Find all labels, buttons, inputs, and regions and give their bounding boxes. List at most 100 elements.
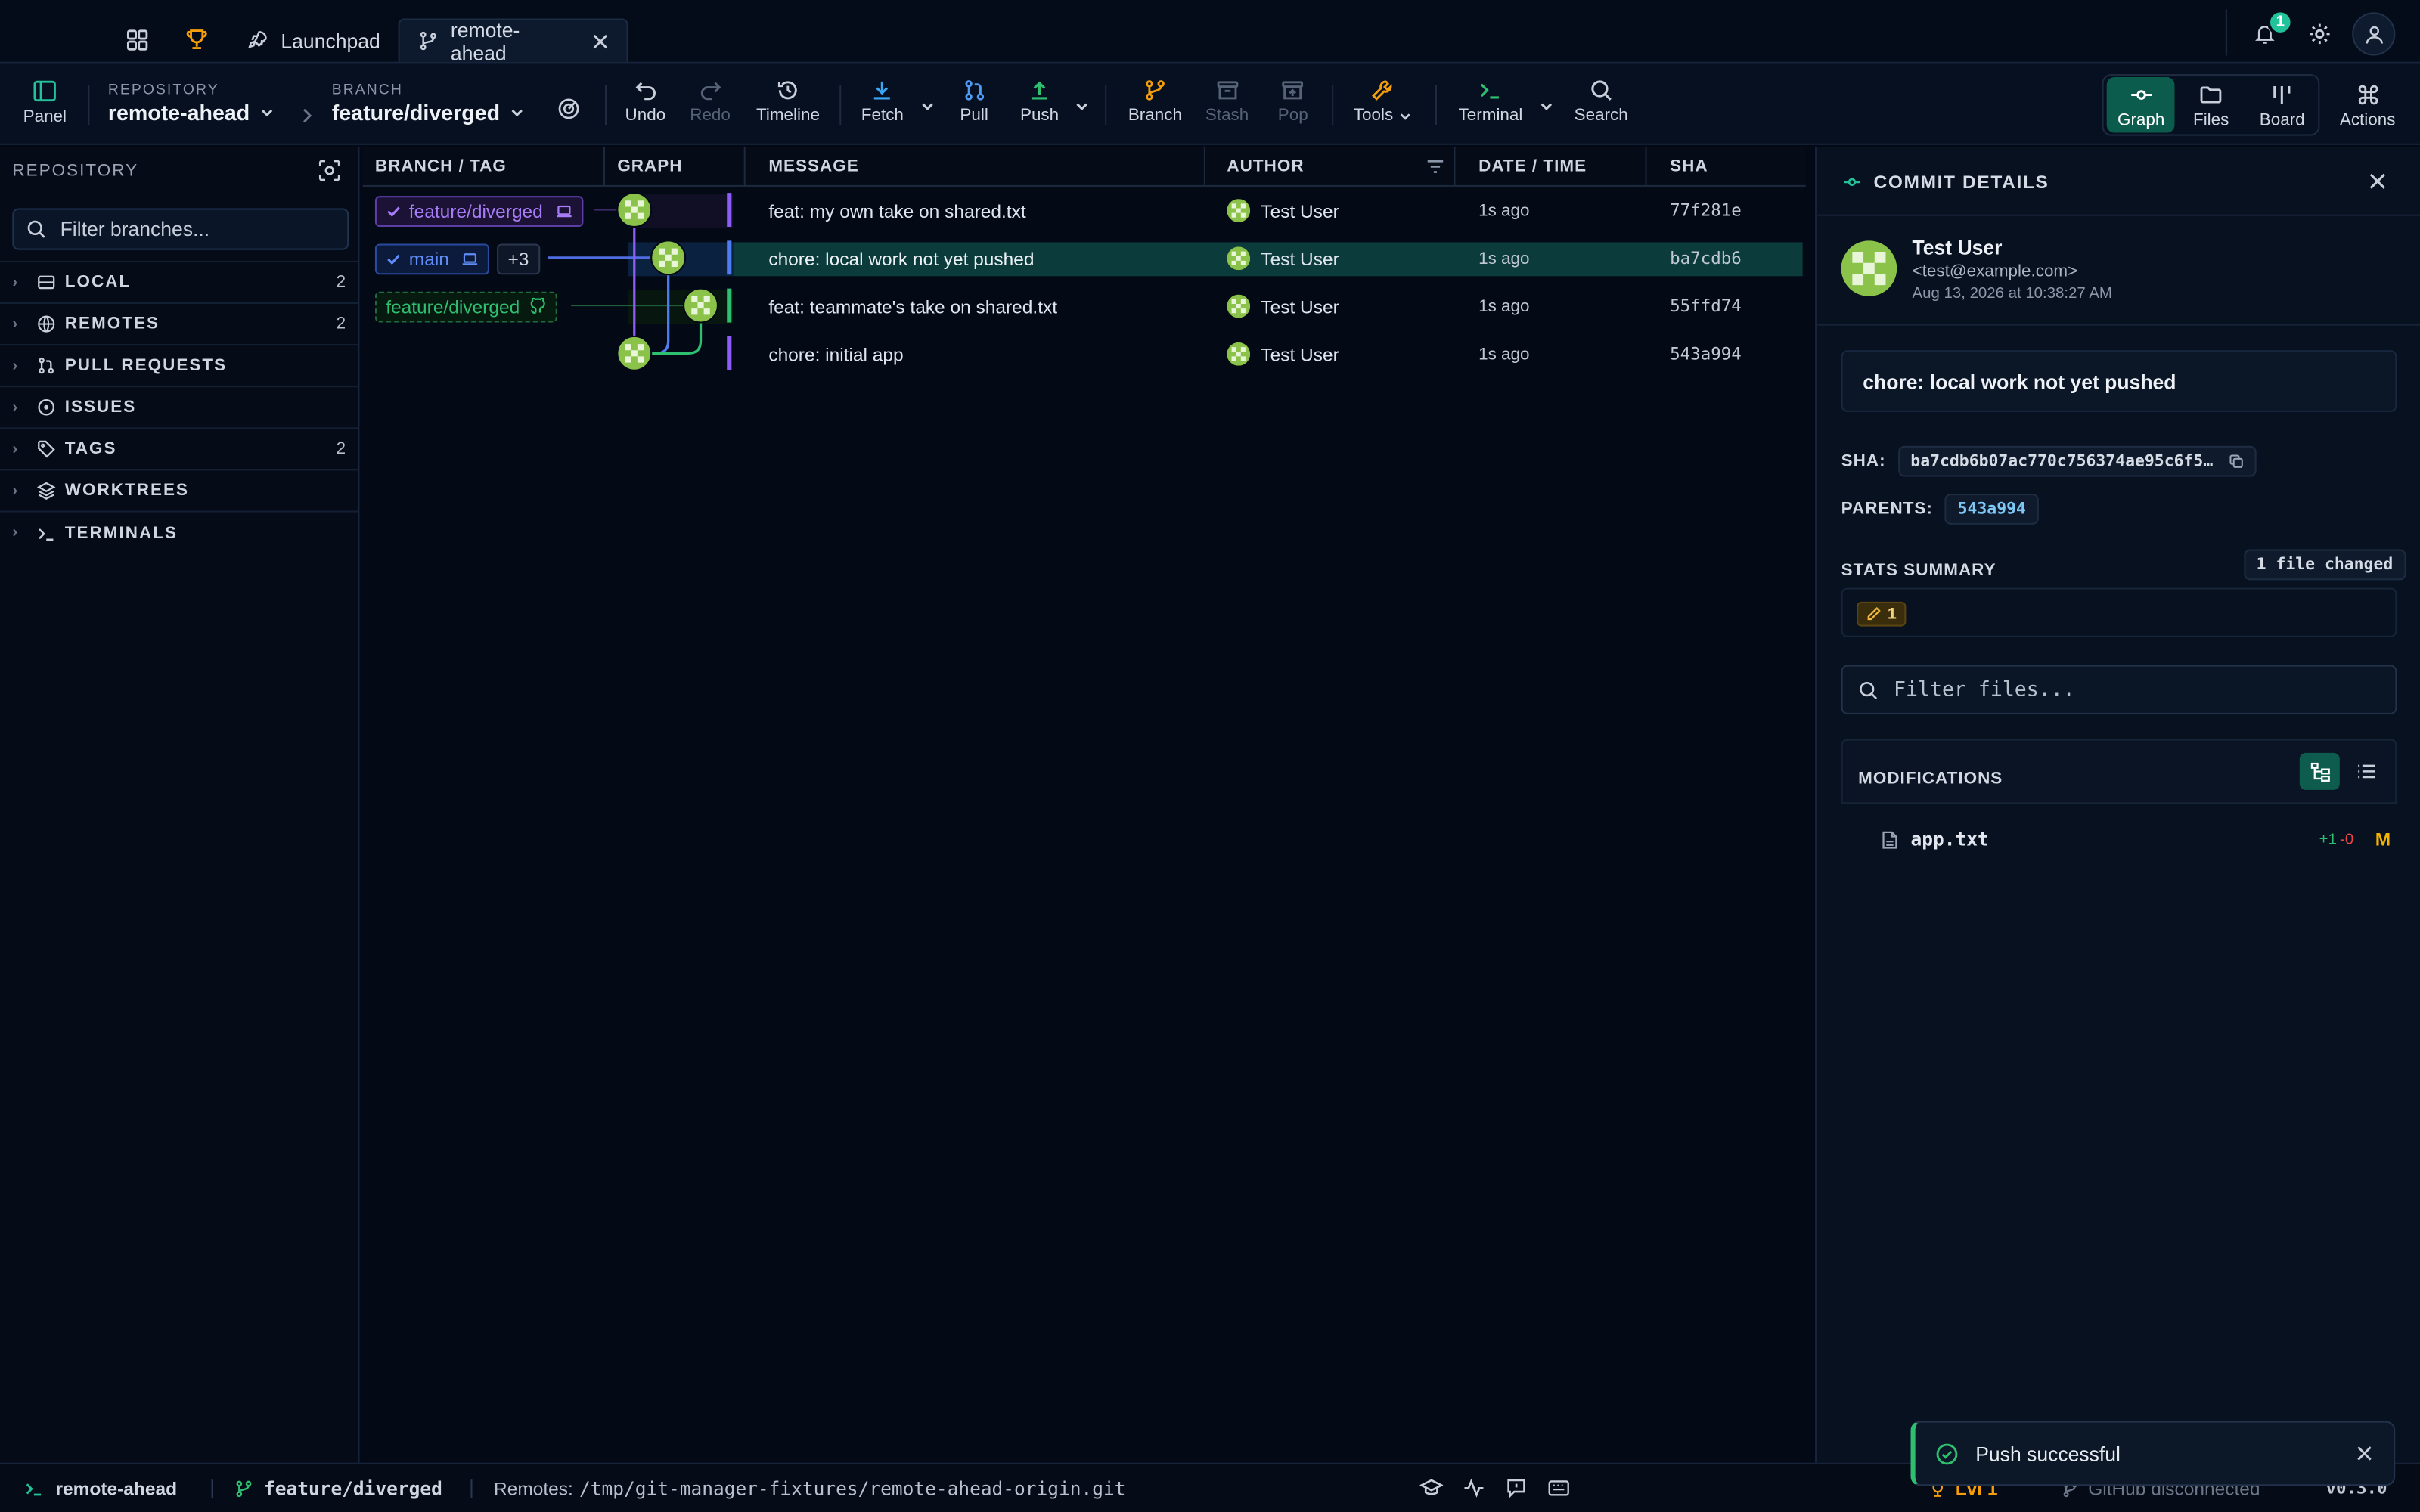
status-repo[interactable]: remote-ahead: [25, 1478, 177, 1500]
column-header-sha[interactable]: SHA: [1647, 147, 1803, 187]
modified-count: 1: [1887, 604, 1897, 624]
column-header-graph[interactable]: GRAPH: [605, 146, 746, 187]
undo-button[interactable]: Undo: [625, 79, 666, 125]
fetch-button[interactable]: Fetch: [861, 79, 904, 125]
commit-message: chore: initial app: [768, 343, 904, 365]
kanban-icon: [2270, 83, 2294, 107]
list-view-toggle[interactable]: [2346, 753, 2386, 790]
git-branch-icon: [418, 31, 439, 51]
file-row-app-txt[interactable]: app.txt +1 -0 M: [1882, 824, 2391, 855]
sidebar-section-terminals[interactable]: › TERMINALS: [0, 513, 358, 554]
branch-button[interactable]: Branch: [1128, 79, 1182, 125]
pop-button[interactable]: Pop: [1278, 79, 1308, 125]
commit-sha[interactable]: 77f281e: [1670, 187, 1742, 234]
branch-name: feature/diverged: [331, 100, 501, 125]
push-dropdown-chevron-icon[interactable]: [1074, 99, 1089, 114]
sidebar-section-pull-requests[interactable]: › PULL REQUESTS: [0, 345, 358, 388]
push-button[interactable]: Push: [1020, 79, 1059, 125]
terminal-dropdown-chevron-icon[interactable]: [1539, 99, 1554, 114]
commit-sha[interactable]: 543a994: [1670, 330, 1742, 378]
trophy-icon[interactable]: [185, 28, 209, 51]
author-avatar: [1841, 240, 1897, 296]
chevron-right-icon: [301, 108, 313, 123]
column-header-author[interactable]: AUTHOR: [1205, 146, 1456, 187]
refresh-radar-icon[interactable]: [557, 98, 581, 121]
user-icon: [2363, 24, 2384, 45]
tree-view-toggle[interactable]: [2299, 752, 2340, 790]
pull-button[interactable]: Pull: [960, 79, 988, 125]
status-branch[interactable]: feature/diverged: [234, 1478, 442, 1500]
avatar: [1227, 294, 1251, 318]
parents-label: PARENTS:: [1841, 500, 1933, 519]
terminal-button[interactable]: Terminal: [1459, 79, 1522, 125]
divider: [2225, 9, 2227, 56]
user-avatar-button[interactable]: [2352, 12, 2396, 56]
filter-files-input[interactable]: Filter files...: [1841, 665, 2397, 714]
stash-button[interactable]: Stash: [1205, 79, 1249, 125]
sha-label: SHA:: [1841, 451, 1886, 471]
row-lane-marker: [727, 193, 732, 227]
commit-sha[interactable]: ba7cdb6: [1670, 234, 1742, 282]
focus-scan-icon[interactable]: [318, 159, 341, 182]
commit-details-panel: COMMIT DETAILS Test User <test@example.c…: [1814, 146, 2420, 1463]
pull-label: Pull: [960, 106, 988, 125]
tools-button[interactable]: Tools: [1354, 79, 1412, 125]
globe-icon: [37, 314, 65, 333]
feedback-message-icon[interactable]: [1506, 1478, 1527, 1498]
tab-launchpad-label: Launchpad: [281, 28, 380, 52]
activity-icon[interactable]: [1463, 1478, 1485, 1498]
timeline-label: Timeline: [755, 106, 821, 125]
commit-sha[interactable]: 55ffd74: [1670, 282, 1742, 330]
commit-details-title: COMMIT DETAILS: [1873, 171, 2049, 194]
repository-selector[interactable]: REPOSITORY remote-ahead: [108, 82, 275, 125]
column-header-date-time[interactable]: DATE / TIME: [1455, 146, 1647, 187]
gear-icon[interactable]: [2307, 22, 2332, 47]
close-tab-icon[interactable]: [593, 33, 608, 48]
terminal-icon: [1479, 79, 1503, 102]
sidebar-section-issues[interactable]: › ISSUES: [0, 387, 358, 429]
sidebar-section-local[interactable]: › LOCAL 2: [0, 262, 358, 305]
sidebar-section-remotes[interactable]: › REMOTES 2: [0, 304, 358, 346]
tab-remote-ahead[interactable]: remote-ahead: [398, 17, 628, 64]
timeline-button[interactable]: Timeline: [756, 79, 820, 125]
actions-button[interactable]: Actions: [2340, 83, 2395, 129]
view-board-button[interactable]: Board: [2260, 83, 2305, 129]
push-label: Push: [1019, 106, 1060, 125]
parent-sha-link[interactable]: 543a994: [1945, 494, 2039, 525]
sidebar-section-worktrees[interactable]: › WORKTREES: [0, 470, 358, 513]
fetch-dropdown-chevron-icon[interactable]: [920, 99, 935, 114]
tab-launchpad[interactable]: Launchpad: [247, 18, 380, 61]
folder-tree-icon: [2310, 761, 2330, 782]
copy-icon[interactable]: [2229, 454, 2244, 469]
sidebar-section-label: REMOTES: [64, 314, 160, 333]
close-icon[interactable]: [2356, 1445, 2372, 1461]
view-files-button[interactable]: Files: [2193, 83, 2229, 129]
view-graph-button[interactable]: Graph: [2118, 83, 2164, 129]
graduation-cap-icon[interactable]: [1419, 1478, 1444, 1498]
search-button[interactable]: Search: [1575, 79, 1628, 125]
grid-icon[interactable]: [126, 29, 148, 51]
panel-button[interactable]: Panel: [23, 79, 67, 126]
sidebar-section-tags[interactable]: › TAGS 2: [0, 429, 358, 471]
close-icon[interactable]: [2369, 173, 2386, 190]
file-name: app.txt: [1910, 828, 1989, 850]
search-icon: [1590, 79, 1613, 102]
redo-label: Redo: [690, 106, 731, 125]
column-header-branch-tag[interactable]: BRANCH / TAG: [363, 146, 605, 187]
column-header-message[interactable]: MESSAGE: [746, 146, 1205, 187]
avatar: [1227, 342, 1251, 366]
repository-sidebar: REPOSITORY Filter branches... › LOCAL 2 …: [0, 146, 360, 1463]
branch-selector[interactable]: BRANCH feature/diverged: [332, 82, 525, 125]
sha-value-pill[interactable]: ba7cdb6b07ac770c756374ae95c6f5…: [1897, 445, 2257, 477]
redo-button[interactable]: Redo: [690, 79, 731, 125]
filter-icon[interactable]: [1426, 159, 1444, 174]
pull-request-icon: [37, 356, 65, 374]
sidebar-section-label: LOCAL: [64, 273, 132, 292]
filter-branches-input[interactable]: Filter branches...: [12, 208, 349, 250]
commit-node: [683, 287, 718, 324]
stash-label: Stash: [1205, 106, 1249, 125]
commit-date-full: Aug 13, 2026 at 10:38:27 AM: [1912, 285, 2112, 302]
search-icon: [1858, 680, 1879, 700]
filter-files-placeholder: Filter files...: [1894, 677, 2075, 702]
keyboard-icon[interactable]: [1548, 1479, 1570, 1496]
